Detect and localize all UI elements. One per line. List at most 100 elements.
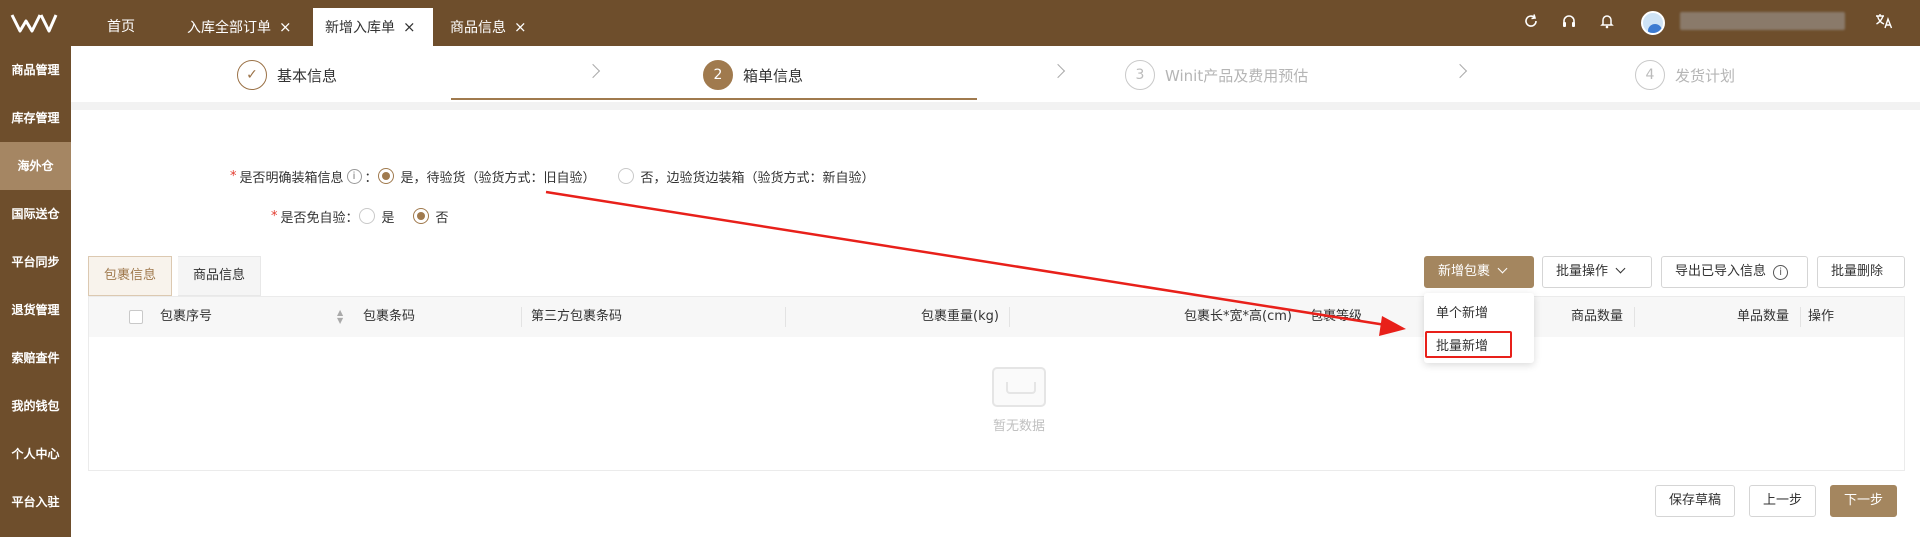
sidebar-item-products[interactable]: 商品管理 bbox=[0, 46, 71, 94]
tab-goods-info[interactable]: 商品信息 bbox=[178, 256, 262, 296]
tab-inbound-orders[interactable]: 入库全部订单 × bbox=[175, 8, 292, 46]
tab-label: 入库全部订单 bbox=[187, 20, 271, 36]
step-packing-list: 2 箱单信息 bbox=[703, 60, 803, 90]
check-icon: ✓ bbox=[237, 60, 267, 90]
sidebar-item-intl-delivery[interactable]: 国际送仓 bbox=[0, 190, 71, 238]
close-icon[interactable]: × bbox=[403, 18, 416, 36]
step-label: 基本信息 bbox=[277, 66, 338, 85]
prev-step-button[interactable]: 上一步 bbox=[1749, 485, 1817, 517]
field-colon: ： bbox=[364, 170, 378, 186]
menu-item-single-add[interactable]: 单个新增 bbox=[1436, 302, 1488, 321]
chevron-right-icon bbox=[1452, 63, 1468, 79]
tab-label: 首页 bbox=[107, 19, 135, 35]
radio-label[interactable]: 是 bbox=[382, 207, 395, 226]
tab-package-info[interactable]: 包裹信息 bbox=[88, 256, 173, 296]
sidebar: 商品管理 库存管理 海外仓 国际送仓 平台同步 退货管理 索赔查件 我的钱包 个… bbox=[0, 46, 71, 537]
step-basic-info: ✓ 基本信息 bbox=[237, 60, 337, 90]
required-mark: * bbox=[230, 168, 237, 184]
sort-icon[interactable]: ▲ ▼ bbox=[337, 309, 343, 325]
step-number: 4 bbox=[1635, 60, 1665, 90]
annotation-highlight-box bbox=[1425, 331, 1512, 358]
empty-box-icon bbox=[992, 367, 1046, 407]
column-divider bbox=[785, 307, 786, 327]
column-divider bbox=[1634, 307, 1635, 327]
divider bbox=[71, 102, 1920, 110]
empty-text: 暂无数据 bbox=[992, 419, 1045, 434]
translate-icon[interactable] bbox=[1874, 13, 1894, 33]
radio-yes[interactable] bbox=[377, 168, 394, 184]
step-label: Winit产品及费用预估 bbox=[1165, 66, 1309, 85]
step-label: 发货计划 bbox=[1675, 66, 1736, 85]
tab-label: 商品信息 bbox=[450, 20, 506, 36]
batch-operations-button[interactable]: 批量操作 bbox=[1542, 256, 1652, 288]
bell-icon[interactable] bbox=[1597, 13, 1617, 33]
sidebar-item-overseas-warehouse[interactable]: 海外仓 bbox=[0, 142, 71, 190]
field-label: 是否明确装箱信息 bbox=[239, 170, 344, 186]
info-icon: i bbox=[1773, 265, 1789, 280]
step-number: 3 bbox=[1125, 60, 1155, 90]
tab-product-info[interactable]: 商品信息 × bbox=[438, 8, 527, 46]
col-package-seq: 包裹序号 bbox=[160, 309, 213, 324]
batch-delete-button[interactable]: 批量删除 bbox=[1817, 256, 1905, 288]
required-mark: * bbox=[271, 208, 278, 224]
add-package-button[interactable]: 新增包裹 bbox=[1424, 256, 1534, 288]
col-operations: 操作 bbox=[1808, 309, 1835, 324]
sidebar-item-platform-join[interactable]: 平台入驻 bbox=[0, 478, 71, 526]
save-draft-button[interactable]: 保存草稿 bbox=[1655, 485, 1736, 517]
radio-no[interactable] bbox=[412, 208, 429, 224]
col-goods-qty: 商品数量 bbox=[1571, 309, 1624, 324]
username-redacted[interactable] bbox=[1680, 12, 1845, 30]
radio-yes[interactable] bbox=[358, 208, 375, 224]
button-label: 导出已导入信息 bbox=[1675, 264, 1767, 279]
radio-no[interactable] bbox=[617, 168, 634, 184]
chevron-down-icon bbox=[1497, 263, 1508, 274]
top-bar: 首页 入库全部订单 × 新增入库单 × 商品信息 × bbox=[0, 0, 1920, 46]
sidebar-item-claims[interactable]: 索赔查件 bbox=[0, 334, 71, 382]
col-package-weight: 包裹重量(kg) bbox=[921, 309, 999, 324]
chevron-right-icon bbox=[1050, 63, 1066, 79]
headset-icon[interactable] bbox=[1559, 13, 1579, 33]
tab-home[interactable]: 首页 bbox=[95, 8, 135, 46]
close-icon[interactable]: × bbox=[279, 18, 292, 36]
winit-logo-icon[interactable] bbox=[10, 12, 58, 34]
step-label: 箱单信息 bbox=[743, 66, 804, 85]
radio-label[interactable]: 否 bbox=[436, 207, 449, 226]
table-header: 包裹序号 ▲ ▼ 包裹条码 第三方包裹条码 包裹重量(kg) 包裹长*宽*高(cm… bbox=[89, 297, 1904, 337]
info-icon[interactable]: i bbox=[346, 168, 362, 184]
select-all-checkbox[interactable] bbox=[129, 310, 143, 324]
radio-label[interactable]: 是，待验货（验货方式：旧自验） bbox=[401, 167, 596, 186]
exempt-self-inspection-field: * 是否免自验 ： 是 否 bbox=[271, 206, 449, 226]
col-package-dimensions: 包裹长*宽*高(cm) bbox=[1184, 309, 1292, 324]
refresh-icon[interactable] bbox=[1521, 13, 1541, 33]
step-number: 2 bbox=[703, 60, 733, 90]
package-table: 包裹序号 ▲ ▼ 包裹条码 第三方包裹条码 包裹重量(kg) 包裹长*宽*高(cm… bbox=[88, 296, 1905, 471]
packing-info-field: * 是否明确装箱信息 i ： 是，待验货（验货方式：旧自验） 否，边验货边装箱（… bbox=[230, 166, 875, 186]
sidebar-item-wallet[interactable]: 我的钱包 bbox=[0, 382, 71, 430]
button-label: 新增包裹 bbox=[1438, 264, 1491, 279]
col-package-barcode: 包裹条码 bbox=[363, 309, 416, 324]
field-colon: ： bbox=[345, 210, 359, 226]
step-shipping-plan: 4 发货计划 bbox=[1635, 60, 1735, 90]
chevron-right-icon bbox=[585, 63, 601, 79]
step-indicator: ✓ 基本信息 2 箱单信息 3 Winit产品及费用预估 4 发货计划 bbox=[71, 46, 1920, 102]
col-third-party-barcode: 第三方包裹条码 bbox=[531, 309, 623, 324]
avatar[interactable] bbox=[1641, 11, 1665, 35]
sidebar-item-profile[interactable]: 个人中心 bbox=[0, 430, 71, 478]
close-icon[interactable]: × bbox=[514, 18, 527, 36]
field-label: 是否免自验 bbox=[280, 210, 346, 226]
sidebar-item-platform-sync[interactable]: 平台同步 bbox=[0, 238, 71, 286]
active-step-underline bbox=[451, 98, 977, 100]
next-step-button[interactable]: 下一步 bbox=[1830, 485, 1898, 517]
column-divider bbox=[1009, 307, 1010, 327]
sidebar-item-inventory[interactable]: 库存管理 bbox=[0, 94, 71, 142]
radio-label[interactable]: 否，边验货边装箱（验货方式：新自验） bbox=[641, 167, 875, 186]
button-label: 批量操作 bbox=[1556, 264, 1609, 279]
column-divider bbox=[1800, 307, 1801, 327]
column-divider bbox=[521, 307, 522, 327]
export-imported-button[interactable]: 导出已导入信息 i bbox=[1661, 256, 1808, 288]
tab-new-inbound-order[interactable]: 新增入库单 × bbox=[313, 8, 433, 46]
col-unit-qty: 单品数量 bbox=[1737, 309, 1790, 324]
col-package-level: 包裹等级 bbox=[1310, 309, 1363, 324]
sidebar-item-returns[interactable]: 退货管理 bbox=[0, 286, 71, 334]
chevron-down-icon bbox=[1615, 263, 1626, 274]
